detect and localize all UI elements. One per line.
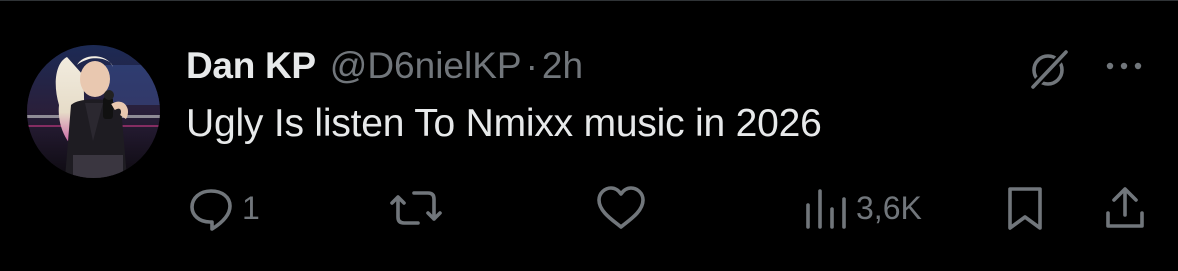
grok-icon[interactable] — [1024, 44, 1074, 94]
views-icon — [800, 183, 850, 233]
reply-count: 1 — [242, 189, 260, 226]
views-button[interactable]: 3,6K — [800, 180, 922, 236]
bookmark-button[interactable] — [1002, 180, 1048, 236]
avatar[interactable] — [27, 45, 160, 178]
user-handle[interactable]: @D6nielKP — [330, 45, 522, 87]
share-button[interactable] — [1100, 180, 1150, 236]
display-name[interactable]: Dan KP — [186, 45, 316, 87]
share-icon — [1100, 183, 1150, 233]
bookmark-icon — [1002, 183, 1048, 233]
like-button[interactable] — [594, 180, 654, 236]
tweet-text: Ugly Is listen To Nmixx music in 2026 — [186, 102, 822, 145]
tweet-header: Dan KP @D6nielKP · 2h — [186, 42, 583, 90]
reply-icon — [186, 183, 236, 233]
top-divider — [0, 0, 1178, 1]
reply-button[interactable]: 1 — [186, 180, 260, 236]
more-icon[interactable] — [1100, 56, 1148, 76]
avatar-image — [27, 45, 160, 178]
separator-dot: · — [525, 45, 538, 86]
retweet-button[interactable] — [388, 180, 450, 236]
views-count: 3,6K — [856, 189, 922, 226]
retweet-icon — [388, 183, 444, 233]
timestamp[interactable]: 2h — [542, 45, 583, 87]
heart-icon — [594, 183, 648, 233]
